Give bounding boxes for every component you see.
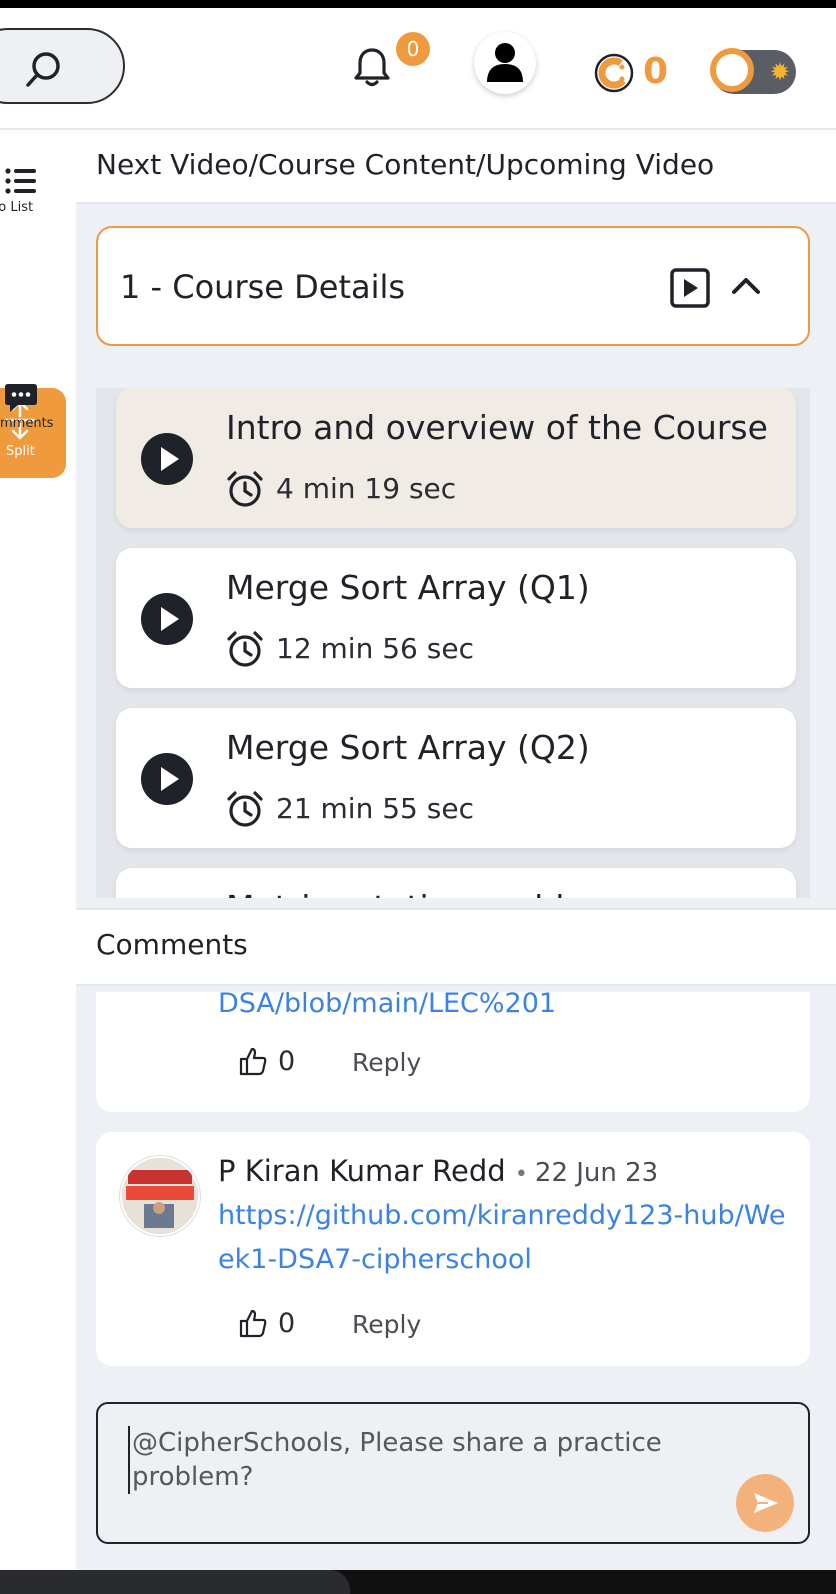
video-item[interactable]: Merge Sort Array (Q1) 12 min 56 sec — [116, 548, 796, 688]
video-item[interactable]: Merge Sort Array (Q2) 21 min 55 sec — [116, 708, 796, 848]
video-duration: 21 min 55 sec — [276, 792, 474, 825]
send-button[interactable] — [736, 1474, 794, 1532]
play-circle-icon[interactable] — [140, 592, 194, 646]
comment-input[interactable]: @CipherSchools, Please share a practice … — [96, 1402, 810, 1544]
list-icon — [5, 168, 36, 194]
video-item[interactable]: Matrix rotation problem — [116, 868, 796, 898]
video-list: Intro and overview of the Course 4 min 1… — [96, 388, 810, 898]
chevron-up-icon[interactable] — [730, 274, 762, 296]
play-circle-icon[interactable] — [140, 752, 194, 806]
browser-bottom-bar — [0, 1570, 836, 1594]
comment-link[interactable]: DSA/blob/main/LEC%201 — [218, 992, 556, 1026]
search-icon — [26, 52, 60, 87]
sidebar-item-label: deo List — [0, 200, 34, 215]
next-video-title: Next Video/Course Content/Upcoming Video — [96, 148, 715, 181]
course-section-accordion[interactable]: 1 - Course Details — [96, 226, 810, 346]
sidebar-item-label: mments — [0, 416, 54, 431]
profile-avatar-button[interactable] — [474, 32, 536, 94]
notification-badge: 0 — [396, 32, 430, 66]
search-button[interactable] — [0, 28, 125, 104]
next-video-header: Next Video/Course Content/Upcoming Video — [76, 130, 836, 204]
comment-link[interactable]: ek1-DSA7-cipherschool — [218, 1238, 532, 1282]
alarm-clock-icon — [227, 471, 263, 507]
play-circle-icon[interactable] — [140, 432, 194, 486]
course-section-title: 1 - Course Details — [120, 268, 406, 306]
comment-link[interactable]: https://github.com/kiranreddy123-hub/We — [218, 1194, 785, 1238]
video-title: Intro and overview of the Course — [226, 408, 768, 447]
comment-input-placeholder[interactable]: @CipherSchools, Please share a practice … — [128, 1426, 692, 1494]
alarm-clock-icon — [227, 791, 263, 827]
bell-icon[interactable] — [354, 46, 390, 88]
avatar-image — [122, 1158, 198, 1234]
left-rail: deo List Split mments — [0, 130, 76, 1570]
browser-tab[interactable] — [0, 1570, 350, 1594]
thumbs-up-icon[interactable] — [238, 1308, 268, 1338]
video-title: Matrix rotation problem — [226, 888, 617, 898]
theme-toggle[interactable]: ✹ — [710, 48, 796, 94]
video-title: Merge Sort Array (Q1) — [226, 568, 590, 607]
commenter-name: P Kiran Kumar Redd — [218, 1154, 506, 1188]
comments-list: DSA/blob/main/LEC%201 0 Reply P Kiran Ku… — [96, 992, 810, 1392]
commenter-avatar — [120, 1156, 200, 1236]
sidebar-item-label: Split — [6, 444, 35, 459]
commenter-meta: P Kiran Kumar Redd • 22 Jun 23 — [218, 1154, 658, 1188]
thumbs-up-icon[interactable] — [238, 1046, 268, 1076]
coin-icon — [594, 53, 634, 93]
video-duration: 4 min 19 sec — [276, 472, 457, 505]
top-header: 0 0 ✹ — [0, 8, 836, 130]
alarm-clock-icon — [227, 631, 263, 667]
comment-item: P Kiran Kumar Redd • 22 Jun 23 https://g… — [96, 1132, 810, 1366]
play-square-icon[interactable] — [670, 268, 710, 308]
coin-balance: 0 — [643, 51, 669, 92]
chat-icon — [5, 384, 37, 412]
browser-top-strip — [0, 0, 836, 8]
separator-dot: • — [514, 1162, 535, 1187]
comment-item: DSA/blob/main/LEC%201 0 Reply — [96, 992, 810, 1112]
send-icon — [754, 1493, 778, 1513]
video-title: Merge Sort Array (Q2) — [226, 728, 590, 767]
video-item[interactable]: Intro and overview of the Course 4 min 1… — [116, 388, 796, 528]
like-count: 0 — [278, 1046, 296, 1077]
comment-date: 22 Jun 23 — [534, 1158, 659, 1188]
reply-button[interactable]: Reply — [352, 1310, 421, 1339]
user-icon — [487, 43, 523, 82]
reply-button[interactable]: Reply — [352, 1048, 421, 1077]
comments-header: Comments — [76, 908, 836, 986]
main-panel: Next Video/Course Content/Upcoming Video… — [76, 130, 836, 1570]
toggle-knob — [710, 48, 754, 92]
video-duration: 12 min 56 sec — [276, 632, 474, 665]
comments-title: Comments — [96, 928, 248, 961]
sun-icon: ✹ — [769, 58, 790, 86]
like-count: 0 — [278, 1308, 296, 1339]
